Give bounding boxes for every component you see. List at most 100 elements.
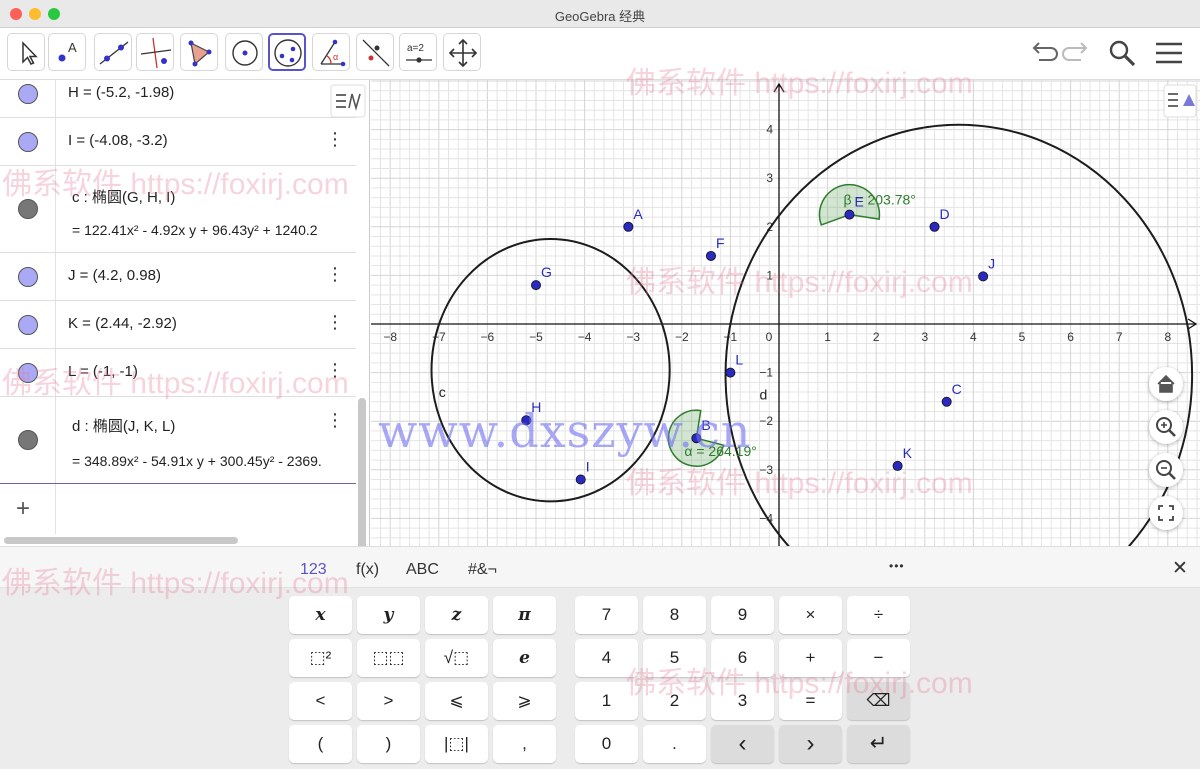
visibility-toggle[interactable]	[18, 315, 38, 335]
ellipse-icon	[274, 39, 302, 67]
key-less-equal[interactable]: ⩽	[425, 682, 488, 720]
point-G	[530, 280, 541, 291]
algebra-expression[interactable]: K = (2.44, -2.92)	[68, 315, 177, 332]
x-tick-label: 1	[824, 330, 831, 344]
visibility-toggle[interactable]	[18, 132, 38, 152]
key-power[interactable]: ⬚⬚	[357, 639, 420, 677]
algebra-view: H = (-5.2, -1.98) I = (-4.08, -3.2) ⋮ c …	[0, 80, 370, 546]
algebra-value[interactable]: = 348.89x² - 54.91x y + 300.45y² - 2369.	[72, 453, 322, 469]
watermark: 佛系软件 https://foxirj.com	[2, 567, 349, 600]
standard-view-button[interactable]	[1149, 367, 1183, 401]
key-9[interactable]: 9	[711, 596, 774, 634]
watermark: 佛系软件 https://foxirj.com	[2, 168, 349, 201]
fullscreen-button[interactable]	[1149, 496, 1183, 530]
redo-icon[interactable]	[1062, 37, 1094, 69]
more-options-icon[interactable]: ⋮	[326, 265, 344, 283]
zoom-out-button[interactable]	[1149, 453, 1183, 487]
zoom-out-icon	[1156, 460, 1176, 480]
algebra-input-row[interactable]: +	[0, 484, 356, 534]
line-tool-button[interactable]	[94, 33, 132, 71]
watermark: 佛系软件 https://foxirj.com	[2, 367, 349, 400]
visibility-toggle[interactable]	[18, 267, 38, 287]
tab-symbols[interactable]: #&¬	[468, 561, 497, 579]
ellipse-tool-button[interactable]	[268, 33, 306, 71]
key-left-paren[interactable]: (	[289, 725, 352, 763]
key-decimal[interactable]: .	[643, 725, 706, 763]
enter-icon[interactable]: ↵	[847, 725, 910, 763]
polygon-tool-button[interactable]	[180, 33, 218, 71]
key-right-paren[interactable]: )	[357, 725, 420, 763]
move-graphics-tool-button[interactable]	[443, 33, 481, 71]
key-less-than[interactable]: <	[289, 682, 352, 720]
algebra-value[interactable]: = 122.41x² - 4.92x y + 96.43y² + 1240.2	[72, 222, 318, 238]
graphics-style-bar-icon[interactable]	[1163, 84, 1197, 118]
key-greater-equal[interactable]: ⩾	[493, 682, 556, 720]
tab-functions[interactable]: f(x)	[356, 561, 379, 579]
more-icon[interactable]: •••	[889, 559, 905, 573]
point-label-F: F	[716, 235, 725, 251]
algebra-vertical-scrollbar[interactable]	[358, 398, 366, 546]
x-tick-label: −4	[578, 330, 592, 344]
visibility-toggle[interactable]	[18, 84, 38, 104]
key-multiply[interactable]: ×	[779, 596, 842, 634]
point-label-E: E	[854, 194, 863, 210]
key-divide[interactable]: ÷	[847, 596, 910, 634]
tab-abc[interactable]: ABC	[406, 561, 439, 579]
more-options-icon[interactable]: ⋮	[326, 130, 344, 148]
slider-tool-button[interactable]: a=2	[399, 33, 437, 71]
point-label-L: L	[735, 352, 743, 368]
zoom-in-button[interactable]	[1149, 410, 1183, 444]
x-tick-label: −5	[529, 330, 543, 344]
svg-text:a=2: a=2	[407, 43, 424, 54]
menu-icon[interactable]	[1153, 37, 1185, 69]
point-label-D: D	[940, 206, 950, 222]
close-keyboard-icon[interactable]: ✕	[1172, 557, 1188, 580]
algebra-expression[interactable]: H = (-5.2, -1.98)	[68, 84, 174, 101]
angle-tool-button[interactable]: α	[312, 33, 350, 71]
point-tool-button[interactable]: A	[48, 33, 86, 71]
x-tick-label: −1	[724, 330, 738, 344]
key-0[interactable]: 0	[575, 725, 638, 763]
x-tick-label: 3	[921, 330, 928, 344]
undo-icon[interactable]	[1026, 37, 1058, 69]
more-options-icon[interactable]: ⋮	[326, 313, 344, 331]
key-pi[interactable]: π	[493, 596, 556, 634]
point-L	[725, 367, 736, 378]
key-8[interactable]: 8	[643, 596, 706, 634]
visibility-toggle[interactable]	[18, 430, 38, 450]
circle-tool-button[interactable]	[225, 33, 263, 71]
algebra-definition[interactable]: d : 椭圆(J, K, L)	[72, 415, 175, 436]
svg-text:A: A	[68, 40, 77, 55]
algebra-row-K[interactable]: K = (2.44, -2.92) ⋮	[0, 301, 356, 349]
point-D	[929, 221, 940, 232]
key-z[interactable]: z	[425, 596, 488, 634]
svg-text:α: α	[333, 52, 338, 62]
add-input-icon[interactable]: +	[16, 495, 30, 523]
key-y[interactable]: y	[357, 596, 420, 634]
key-comma[interactable]: ,	[493, 725, 556, 763]
point-icon: A	[58, 40, 77, 62]
reflect-icon	[362, 39, 390, 67]
algebra-row-d[interactable]: d : 椭圆(J, K, L) = 348.89x² - 54.91x y + …	[0, 397, 356, 484]
search-icon[interactable]	[1106, 37, 1138, 69]
reflect-tool-button[interactable]	[356, 33, 394, 71]
more-options-icon[interactable]: ⋮	[326, 411, 344, 429]
cursor-left-icon[interactable]: ‹	[711, 725, 774, 763]
algebra-expression[interactable]: J = (4.2, 0.98)	[68, 267, 161, 284]
key-square[interactable]: ⬚²	[289, 639, 352, 677]
move-tool-button[interactable]	[7, 33, 45, 71]
algebra-style-bar-icon[interactable]	[330, 84, 366, 118]
algebra-row-J[interactable]: J = (4.2, 0.98) ⋮	[0, 253, 356, 301]
algebra-row-H[interactable]: H = (-5.2, -1.98)	[0, 80, 356, 118]
algebra-horizontal-scrollbar[interactable]	[4, 537, 238, 544]
key-sqrt[interactable]: √⬚	[425, 639, 488, 677]
key-7[interactable]: 7	[575, 596, 638, 634]
perpendicular-tool-button[interactable]	[136, 33, 174, 71]
key-e[interactable]: e	[493, 639, 556, 677]
key-abs[interactable]: |⬚|	[425, 725, 488, 763]
cursor-right-icon[interactable]: ›	[779, 725, 842, 763]
algebra-expression[interactable]: I = (-4.08, -3.2)	[68, 132, 168, 149]
polygon-icon	[188, 40, 212, 67]
key-greater-than[interactable]: >	[357, 682, 420, 720]
title-bar: GeoGebra 经典	[0, 0, 1200, 28]
